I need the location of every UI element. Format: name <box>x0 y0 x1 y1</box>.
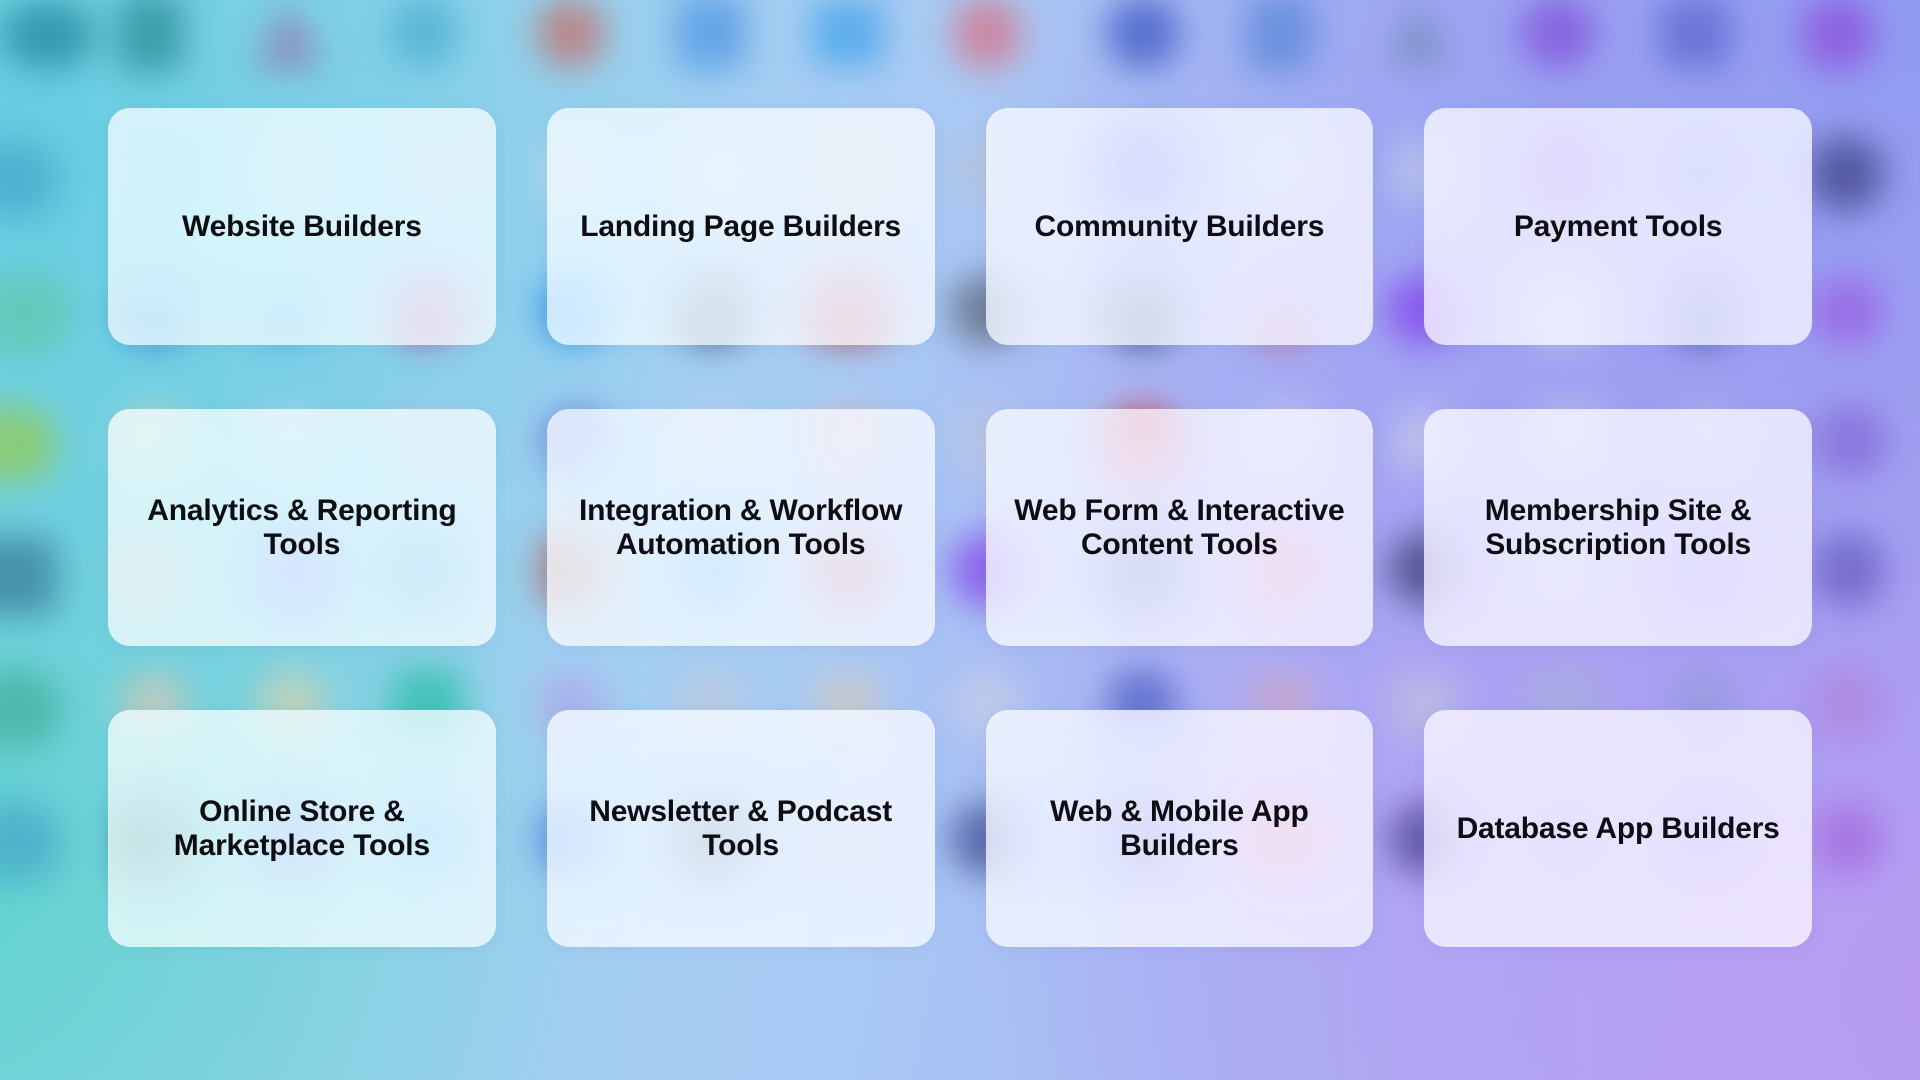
background-app-icon <box>1812 532 1886 608</box>
background-app-icon <box>1106 0 1180 70</box>
category-card-title: Analytics & Reporting Tools <box>147 493 457 561</box>
background-app-icon <box>118 0 184 72</box>
category-card-title: Payment Tools <box>1513 209 1723 243</box>
background-app-icon <box>0 140 60 218</box>
category-card-title: Landing Page Builders <box>580 209 902 243</box>
category-card-payment-tools[interactable]: Payment Tools <box>1424 108 1812 345</box>
background-app-icon <box>1520 0 1596 70</box>
category-card-title: Website Builders <box>182 209 422 243</box>
background-app-icon <box>0 668 62 750</box>
category-card-title: Newsletter & Podcast Tools <box>589 794 893 862</box>
category-card-membership-site-subscription[interactable]: Membership Site & Subscription Tools <box>1424 409 1812 646</box>
category-card-online-store-marketplace[interactable]: Online Store & Marketplace Tools <box>108 710 496 947</box>
category-card-database-app-builders[interactable]: Database App Builders <box>1424 710 1812 947</box>
category-card-title: Integration & Workflow Automation Tools <box>578 493 903 561</box>
category-card-title: Web Form & Interactive Content Tools <box>1014 493 1345 561</box>
background-app-icon <box>390 0 458 68</box>
background-app-icon <box>952 0 1022 70</box>
category-card-landing-page-builders[interactable]: Landing Page Builders <box>546 108 935 345</box>
category-card-title: Community Builders <box>1034 209 1325 243</box>
background-app-icon <box>1246 0 1314 72</box>
background-app-icon <box>0 800 62 884</box>
background-app-icon <box>0 536 58 616</box>
category-card-integration-workflow-automation[interactable]: Integration & Workflow Automation Tools <box>546 409 935 646</box>
category-card-community-builders[interactable]: Community Builders <box>985 108 1374 345</box>
background-app-icon <box>0 272 72 356</box>
background-app-icon <box>1800 0 1876 72</box>
background-app-icon <box>536 0 606 68</box>
category-card-website-builders[interactable]: Website Builders <box>108 108 496 345</box>
category-card-title: Online Store & Marketplace Tools <box>173 794 430 862</box>
background-app-icon <box>1812 276 1884 346</box>
category-card-title: Web & Mobile App Builders <box>1050 794 1309 862</box>
background-app-icon <box>0 404 58 484</box>
background-app-icon <box>1812 668 1884 740</box>
background-app-icon <box>1808 136 1884 212</box>
background-app-icon <box>812 0 884 66</box>
background-app-icon <box>0 0 96 70</box>
category-card-web-form-interactive-content[interactable]: Web Form & Interactive Content Tools <box>985 409 1374 646</box>
category-card-title: Database App Builders <box>1456 811 1780 845</box>
background-app-icon <box>253 2 325 68</box>
background-app-icon <box>1814 404 1888 478</box>
category-card-title: Membership Site & Subscription Tools <box>1484 493 1752 561</box>
background-app-icon <box>1660 0 1730 68</box>
category-card-newsletter-podcast-tools[interactable]: Newsletter & Podcast Tools <box>546 710 935 947</box>
category-card-analytics-reporting-tools[interactable]: Analytics & Reporting Tools <box>108 409 496 646</box>
background-app-icon <box>676 0 746 70</box>
background-app-icon <box>1387 2 1451 64</box>
category-card-grid: Website Builders Landing Page Builders Com… <box>108 108 1812 947</box>
background-app-icon <box>1812 802 1884 876</box>
category-card-web-mobile-app-builders[interactable]: Web & Mobile App Builders <box>985 710 1374 947</box>
